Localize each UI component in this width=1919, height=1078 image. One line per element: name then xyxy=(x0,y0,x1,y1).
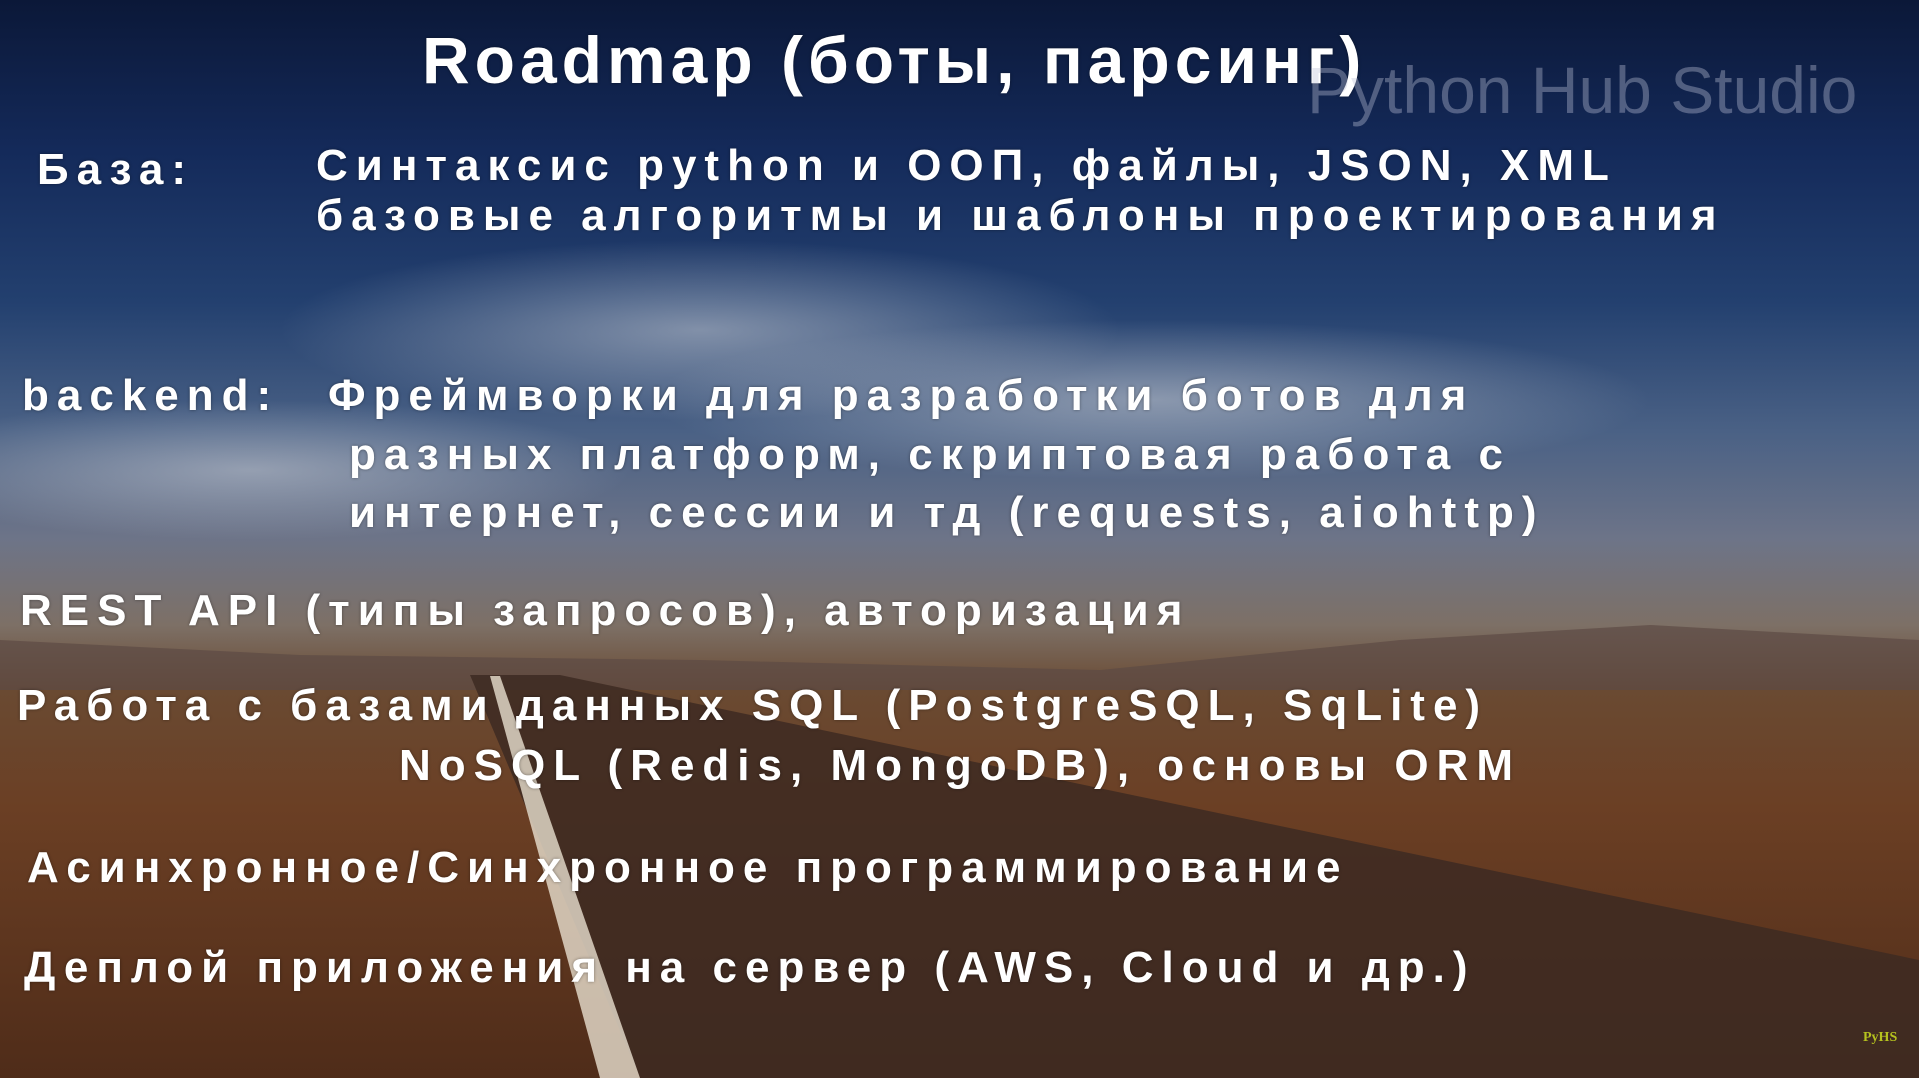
db-line-2: NoSQL (Redis, MongoDB), основы ORM xyxy=(399,741,1521,790)
async-line: Асинхронное/Синхронное программирование xyxy=(27,843,1349,892)
base-line-1: Синтаксис python и ООП, файлы, JSON, XML xyxy=(316,141,1617,190)
pyhs-logo: PyHS xyxy=(1863,1030,1898,1045)
backend-line-1: Фреймворки для разработки ботов для xyxy=(328,371,1475,420)
page-title: Roadmap (боты, парсинг) xyxy=(422,23,1367,97)
base-line-2: базовые алгоритмы и шаблоны проектирован… xyxy=(316,191,1725,240)
backend-line-2: разных платформ, скриптовая работа с xyxy=(349,430,1511,479)
base-label: База: xyxy=(37,145,195,194)
backend-line-3: интернет, сессии и тд (requests, aiohttp… xyxy=(349,488,1545,537)
watermark: Python Hub Studio xyxy=(1307,53,1858,127)
db-line-1: Работа с базами данных SQL (PostgreSQL, … xyxy=(17,681,1489,730)
backend-label: backend: xyxy=(22,371,280,420)
rest-api-line: REST API (типы запросов), авторизация xyxy=(20,586,1191,635)
deploy-line: Деплой приложения на сервер (AWS, Cloud … xyxy=(24,943,1476,992)
